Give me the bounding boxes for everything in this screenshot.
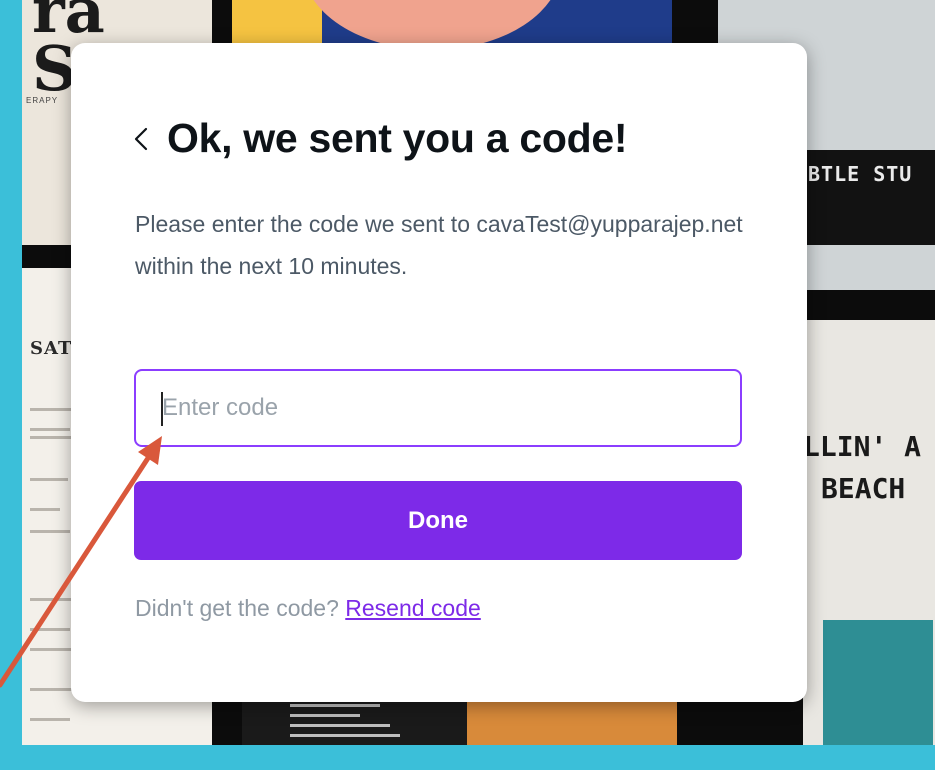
resend-footer: Didn't get the code? Resend code: [135, 595, 481, 622]
modal-description: Please enter the code we sent to cavaTes…: [135, 211, 743, 279]
modal-header: Ok, we sent you a code!: [133, 115, 627, 162]
back-button[interactable]: [133, 119, 163, 159]
chevron-left-icon: [134, 127, 148, 150]
resend-prompt: Didn't get the code?: [135, 595, 339, 621]
bg-tile-beach-line2: BEACH: [821, 472, 906, 505]
text-caret: [161, 392, 163, 426]
bg-tile-spa-subtitle: ERAPY: [26, 96, 59, 105]
lifeguard-tower-image: [823, 620, 933, 745]
bg-tile-menu-title: SAT: [30, 338, 73, 359]
verify-code-modal: Ok, we sent you a code! Please enter the…: [71, 43, 807, 702]
bg-tile-beach-line1: LLIN' A: [803, 430, 922, 463]
bg-tile-beach: LLIN' A BEACH: [803, 320, 935, 745]
done-button[interactable]: Done: [134, 481, 742, 560]
resend-code-link[interactable]: Resend code: [345, 595, 481, 621]
code-input[interactable]: [134, 369, 742, 447]
modal-title: Ok, we sent you a code!: [167, 115, 628, 161]
bg-tile-studio-title: BTLE STU: [808, 162, 913, 186]
